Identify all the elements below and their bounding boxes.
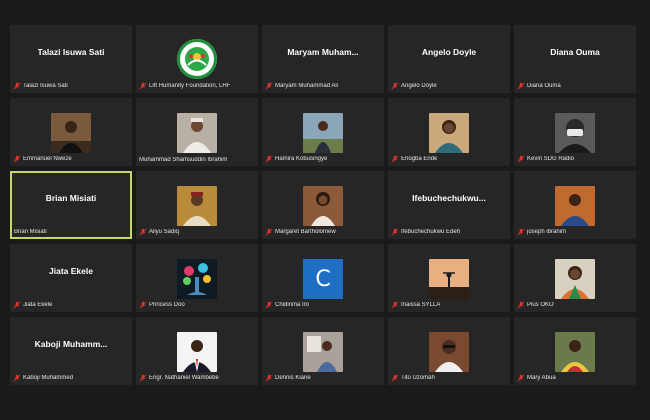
participant-label: Inaissa SYLLA [391,301,507,309]
participant-photo [177,186,217,226]
participant-tile[interactable]: Enogba Ende [388,98,510,166]
participant-tile[interactable]: Dennis Kiarie [262,317,384,385]
muted-mic-icon [265,228,273,236]
participant-photo [555,332,595,372]
participant-photo [177,332,217,372]
muted-mic-icon [13,301,21,309]
participant-label: joseph ibrahim [517,228,633,236]
participant-photo [303,332,343,372]
avatar-initial: C [303,259,343,299]
participant-label: Engr. Nathaniel Wambebe [139,374,255,382]
muted-mic-icon [391,374,399,382]
participant-display-name: Kaboji Muhamm... [34,339,108,349]
participant-tile[interactable]: C Chidinma Iro [262,244,384,312]
participant-tile[interactable]: Margaret Bartholomew [262,171,384,239]
muted-mic-icon [391,82,399,90]
participant-tile[interactable]: Angelo Doyle Angelo Doyle [388,25,510,93]
participant-label: Kaboji Muhammed [13,374,129,382]
muted-mic-icon [13,82,21,90]
muted-mic-icon [13,155,21,163]
participant-label: Mary Abua [517,374,633,382]
participant-display-name: Brian Misiati [45,193,97,203]
muted-mic-icon [517,374,525,382]
participant-tile-active-speaker[interactable]: Brian Misiati Brian Misiati [10,171,132,239]
participant-tile[interactable]: Emmanuel Nweze [10,98,132,166]
muted-mic-icon [139,301,147,309]
participant-label: Enogba Ende [391,155,507,163]
participant-label: Brian Misiati [14,229,47,235]
muted-mic-icon [265,374,273,382]
participant-photo [555,259,595,299]
participant-tile[interactable]: Muhammad Shamsuddin Ibrahim [136,98,258,166]
participant-photo [555,186,595,226]
participant-tile[interactable]: Diana Ouma Diana Ouma [514,25,636,93]
participant-label: Chidinma Iro [265,301,381,309]
muted-mic-icon [265,301,273,309]
participant-tile[interactable]: Ifebuchechukwu... Ifebuchechukwu Edeh [388,171,510,239]
muted-mic-icon [391,228,399,236]
participant-tile[interactable]: Maryam Muham... Maryam Muhammad Ali [262,25,384,93]
participant-display-name: Diana Ouma [550,47,600,57]
participant-tile[interactable]: Jiata Ekele Jiata Ekele [10,244,132,312]
muted-mic-icon [517,228,525,236]
participant-label: Maryam Muhammad Ali [265,82,381,90]
participant-label: Angelo Doyle [391,82,507,90]
participant-label: Kevin SDG Radio [517,155,633,163]
participant-tile[interactable]: Pius OKO [514,244,636,312]
participant-tile[interactable]: joseph ibrahim [514,171,636,239]
participant-label: Ifebuchechukwu Edeh [391,228,507,236]
participant-label: Hamira Kobusingye [265,155,381,163]
muted-mic-icon [391,155,399,163]
muted-mic-icon [265,82,273,90]
participant-tile[interactable]: Kevin SDG Radio [514,98,636,166]
participant-display-name: Ifebuchechukwu... [412,193,486,203]
muted-mic-icon [139,374,147,382]
participant-tile[interactable]: Princess Doo [136,244,258,312]
participant-label: Dennis Kiarie [265,374,381,382]
muted-mic-icon [265,155,273,163]
participant-display-name: Talazi Isuwa Sati [37,47,105,57]
participant-label: Jiata Ekele [13,301,129,309]
participant-label: Margaret Bartholomew [265,228,381,236]
participant-display-name: Jiata Ekele [49,266,93,276]
participant-tile[interactable]: Engr. Nathaniel Wambebe [136,317,258,385]
participant-tile[interactable]: Talazi Isuwa Sati Talazi Isuwa Sati [10,25,132,93]
muted-mic-icon [139,82,147,90]
participant-photo [177,259,217,299]
participant-photo [429,259,469,299]
participant-display-name: Maryam Muham... [287,47,359,57]
participant-tile[interactable]: Aliyu Sadiq [136,171,258,239]
participant-label: Muhammad Shamsuddin Ibrahim [139,157,228,163]
participant-label: Lift Humanity Foundation, LHF [139,82,255,90]
muted-mic-icon [391,301,399,309]
participant-grid: Talazi Isuwa Sati Talazi Isuwa Sati Lift… [10,25,636,385]
participant-label: Princess Doo [139,301,255,309]
participant-photo [303,113,343,153]
participant-photo [177,113,217,153]
lift-humanity-logo [176,38,218,80]
participant-photo [51,113,91,153]
participant-label: Tito Uzomah [391,374,507,382]
participant-tile[interactable]: Kaboji Muhamm... Kaboji Muhammed [10,317,132,385]
participant-tile[interactable]: Inaissa SYLLA [388,244,510,312]
muted-mic-icon [13,374,21,382]
participant-tile[interactable]: Lift Humanity Foundation, LHF [136,25,258,93]
participant-tile[interactable]: Mary Abua [514,317,636,385]
muted-mic-icon [517,301,525,309]
muted-mic-icon [517,155,525,163]
participant-photo [555,113,595,153]
participant-tile[interactable]: Tito Uzomah [388,317,510,385]
participant-photo [429,113,469,153]
participant-label: Aliyu Sadiq [139,228,255,236]
participant-label: Pius OKO [517,301,633,309]
participant-display-name: Angelo Doyle [421,47,477,57]
muted-mic-icon [139,228,147,236]
participant-label: Emmanuel Nweze [13,155,129,163]
participant-label: Talazi Isuwa Sati [13,82,129,90]
participant-photo [429,332,469,372]
participant-label: Diana Ouma [517,82,633,90]
participant-photo [303,186,343,226]
participant-tile[interactable]: Hamira Kobusingye [262,98,384,166]
muted-mic-icon [517,82,525,90]
